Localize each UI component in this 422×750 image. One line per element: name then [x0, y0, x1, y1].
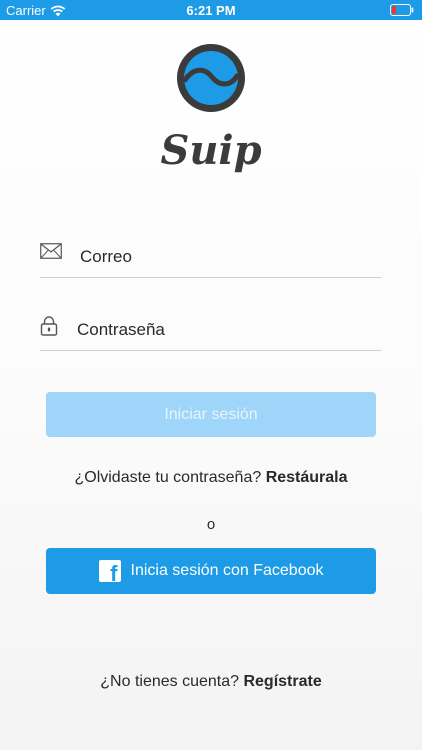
register-prefix: ¿No tienes cuenta?	[100, 673, 244, 690]
or-separator: o	[206, 516, 216, 533]
restore-password-link[interactable]: Restáurala	[266, 469, 348, 486]
facebook-login-label: Inicia sesión con Facebook	[130, 562, 324, 579]
app-logo: Suip	[160, 40, 262, 175]
status-bar: Carrier 6:21 PM	[0, 0, 422, 20]
password-field	[40, 310, 381, 351]
facebook-icon: f	[98, 560, 121, 585]
register-link[interactable]: Regístrate	[243, 673, 321, 690]
status-time: 6:21 PM	[186, 3, 236, 18]
email-input[interactable]	[80, 243, 370, 271]
logo-wordmark: Suip	[161, 127, 261, 174]
forgot-password-text: ¿Olvidaste tu contraseña? Restáurala	[0, 469, 422, 487]
envelope-icon	[40, 243, 62, 259]
battery-icon	[390, 4, 414, 16]
padlock-icon	[40, 316, 58, 336]
email-field	[40, 237, 381, 278]
login-button[interactable]: Iniciar sesión	[46, 392, 376, 437]
forgot-password-prefix: ¿Olvidaste tu contraseña?	[74, 469, 266, 486]
password-input[interactable]	[77, 316, 367, 344]
register-text: ¿No tienes cuenta? Regístrate	[0, 673, 422, 691]
wave-circle-logo-icon: Suip	[160, 44, 262, 174]
facebook-login-button[interactable]: f Inicia sesión con Facebook	[46, 548, 376, 594]
